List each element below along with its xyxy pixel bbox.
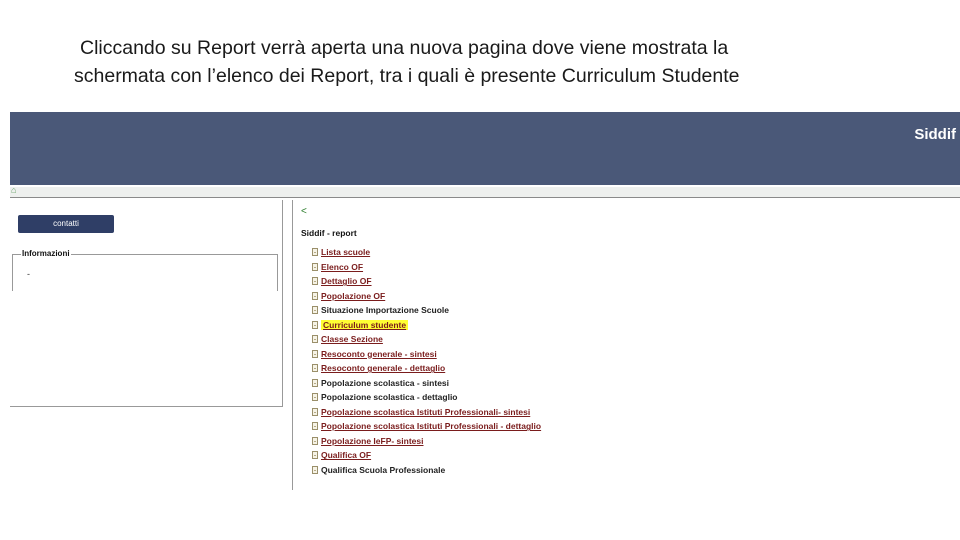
document-icon [312, 335, 318, 344]
report-link: Popolazione scolastica - sintesi [321, 377, 450, 388]
report-link[interactable]: Resoconto generale - dettaglio [321, 363, 445, 373]
document-icon [312, 422, 318, 431]
report-list-item[interactable]: Classe Sezione [312, 332, 541, 347]
document-icon [312, 349, 318, 358]
document-icon [312, 465, 318, 474]
report-list-item[interactable]: Resoconto generale - dettaglio [312, 361, 541, 376]
report-list-item[interactable]: Resoconto generale - sintesi [312, 347, 541, 362]
report-list-item[interactable]: Curriculum studente [312, 318, 541, 333]
app-screenshot: Siddif ⌂ contatti Informazioni - < Siddi… [10, 112, 960, 492]
report-link: Situazione Importazione Scuole [321, 305, 449, 316]
report-link[interactable]: Popolazione IeFP- sintesi [321, 436, 424, 446]
back-link[interactable]: < [301, 206, 307, 217]
document-icon [312, 248, 318, 257]
app-title: Siddif [914, 126, 956, 143]
report-list-item: Situazione Importazione Scuole [312, 303, 541, 318]
document-icon [312, 393, 318, 402]
report-list-item[interactable]: Elenco OF [312, 260, 541, 275]
report-list-item[interactable]: Popolazione OF [312, 289, 541, 304]
document-icon [312, 364, 318, 373]
report-link[interactable]: Classe Sezione [321, 334, 383, 344]
document-icon [312, 436, 318, 445]
report-list-item: Popolazione scolastica - dettaglio [312, 390, 541, 405]
report-link-curriculum-studente[interactable]: Curriculum studente [321, 319, 409, 330]
report-link[interactable]: Elenco OF [321, 262, 363, 272]
document-icon [312, 291, 318, 300]
report-list-item[interactable]: Popolazione scolastica Istituti Professi… [312, 419, 541, 434]
report-list-item: Popolazione scolastica - sintesi [312, 376, 541, 391]
info-legend: Informazioni [21, 249, 71, 258]
home-icon[interactable]: ⌂ [11, 185, 16, 195]
document-icon [312, 262, 318, 271]
report-link[interactable]: Lista scuole [321, 247, 370, 257]
contatti-button[interactable]: contatti [18, 215, 114, 233]
report-list-item[interactable]: Popolazione scolastica Istituti Professi… [312, 405, 541, 420]
report-link[interactable]: Popolazione OF [321, 291, 385, 301]
info-fieldset: Informazioni - [12, 249, 278, 291]
report-list-item[interactable]: Qualifica OF [312, 448, 541, 463]
left-panel: contatti Informazioni - [10, 200, 283, 407]
report-panel: < Siddif - report Lista scuole Elenco OF D… [292, 200, 960, 490]
report-list-item[interactable]: Dettaglio OF [312, 274, 541, 289]
caption-line-1: Cliccando su Report verrà aperta una nuo… [80, 37, 729, 59]
report-title: Siddif - report [301, 228, 357, 238]
report-link[interactable]: Qualifica OF [321, 450, 371, 460]
report-link: Popolazione scolastica - dettaglio [321, 392, 458, 403]
report-link: Qualifica Scuola Professionale [321, 464, 446, 475]
report-link[interactable]: Popolazione scolastica Istituti Professi… [321, 421, 541, 431]
info-value: - [27, 269, 30, 279]
document-icon [312, 378, 318, 387]
header-banner: Siddif [10, 112, 960, 185]
document-icon [312, 451, 318, 460]
document-icon [312, 306, 318, 315]
document-icon [312, 320, 318, 329]
document-icon [312, 407, 318, 416]
document-icon [312, 277, 318, 286]
report-link[interactable]: Dettaglio OF [321, 276, 372, 286]
report-link[interactable]: Popolazione scolastica Istituti Professi… [321, 407, 530, 417]
toolbar-strip: ⌂ [10, 185, 960, 198]
instruction-caption: Cliccando su Report verrà aperta una nuo… [74, 34, 874, 90]
report-list-item[interactable]: Lista scuole [312, 245, 541, 260]
report-list-item: Qualifica Scuola Professionale [312, 463, 541, 478]
report-list: Lista scuole Elenco OF Dettaglio OF Popolaz… [312, 245, 541, 477]
report-list-item[interactable]: Popolazione IeFP- sintesi [312, 434, 541, 449]
caption-line-2: schermata con l’elenco dei Report, tra i… [74, 65, 740, 87]
report-link[interactable]: Resoconto generale - sintesi [321, 349, 437, 359]
